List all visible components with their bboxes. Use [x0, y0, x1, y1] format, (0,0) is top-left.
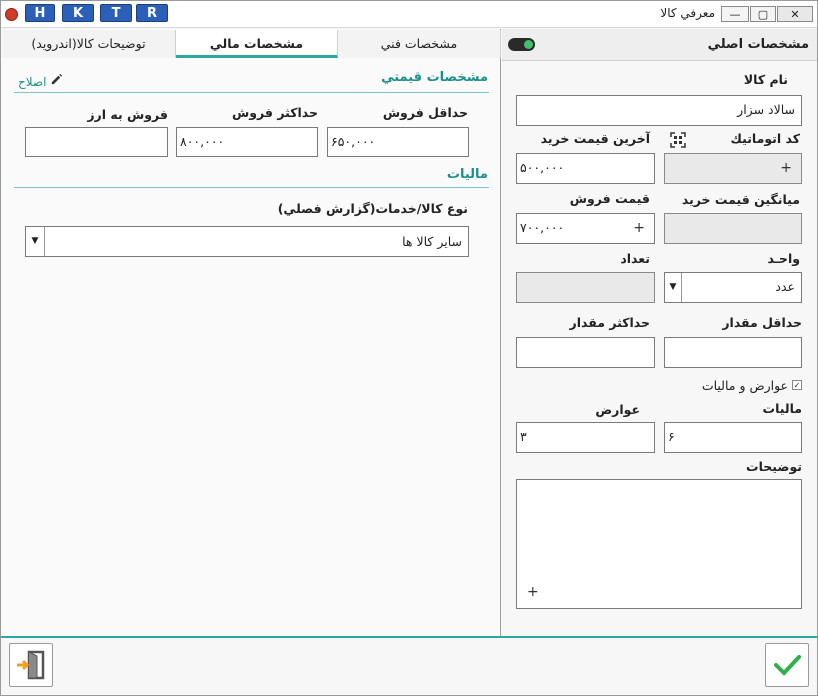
edit-link[interactable]: اصلاح — [18, 73, 63, 89]
count-label: تعداد — [620, 251, 650, 266]
duties-checkbox[interactable]: ✓ — [792, 380, 802, 390]
auto-code-label: كد اتوماتيك — [730, 131, 800, 146]
tab-financial[interactable]: مشخصات مالي — [176, 30, 338, 58]
tax-label: ماليات — [762, 401, 802, 416]
last-purchase-input[interactable]: ۵۰۰,۰۰۰ — [516, 153, 655, 184]
last-purchase-value: ۵۰۰,۰۰۰ — [520, 160, 565, 175]
tab-technical[interactable]: مشخصات فني — [338, 30, 501, 58]
taxes-divider — [14, 187, 489, 188]
window-title: معرفي كالا — [660, 6, 715, 20]
unit-label: واحـد — [767, 251, 800, 266]
fx-sale-input[interactable] — [25, 127, 168, 157]
count-input[interactable] — [516, 272, 655, 303]
max-sale-input[interactable]: ۸۰۰,۰۰۰ — [176, 127, 318, 157]
unit-value: عدد — [775, 279, 795, 294]
left-panel — [1, 29, 501, 636]
checkmark-icon — [772, 650, 802, 683]
item-name-value: سالاد سزار — [737, 102, 795, 117]
confirm-button[interactable] — [765, 643, 809, 687]
fx-sale-label: فروش به ارز — [87, 107, 168, 122]
tax-input[interactable]: ۶ — [664, 422, 802, 453]
min-sale-input[interactable]: ۶۵۰,۰۰۰ — [327, 127, 469, 157]
title-button-t[interactable]: T — [100, 4, 132, 22]
notes-label: توضيحات — [746, 459, 802, 474]
dropdown-arrow-icon[interactable]: ▼ — [26, 227, 45, 256]
max-sale-value: ۸۰۰,۰۰۰ — [180, 134, 225, 149]
sale-price-label: قيمت فروش — [569, 191, 650, 206]
max-sale-label: حداكثر فروش — [232, 105, 318, 120]
min-sale-value: ۶۵۰,۰۰۰ — [331, 134, 376, 149]
pricing-section-title: مشخصات قيمتي — [381, 70, 488, 85]
plus-icon[interactable]: + — [633, 220, 645, 236]
barcode-icon[interactable] — [670, 132, 686, 151]
unit-select[interactable]: ▼ عدد — [664, 272, 802, 303]
pencil-icon — [50, 73, 63, 89]
title-button-k[interactable]: K — [62, 4, 94, 22]
min-qty-input[interactable] — [664, 337, 802, 368]
title-button-r[interactable]: R — [136, 4, 168, 22]
maximize-icon[interactable]: ▢ — [750, 6, 776, 22]
taxes-section-title: ماليات — [446, 167, 488, 182]
toggle-knob — [524, 40, 533, 49]
item-name-label: نام كالا — [743, 72, 788, 87]
item-type-select[interactable]: ▼ ساير كالا ها — [25, 226, 469, 257]
avg-purchase-label: ميانگين قيمت خريد — [681, 192, 800, 207]
notes-textarea[interactable]: + — [516, 479, 802, 609]
app-icon — [5, 8, 18, 21]
max-qty-input[interactable] — [516, 337, 655, 368]
dropdown-arrow-icon[interactable]: ▼ — [665, 273, 682, 302]
tax-value: ۶ — [668, 429, 675, 444]
duty-value: ۳ — [520, 429, 527, 444]
sale-price-input[interactable]: ۷۰۰,۰۰۰ + — [516, 213, 655, 244]
plus-icon[interactable]: + — [780, 160, 792, 176]
min-sale-label: حداقل فروش — [382, 105, 468, 120]
avg-purchase-input[interactable] — [664, 213, 802, 244]
duty-input[interactable]: ۳ — [516, 422, 655, 453]
tab-android-description[interactable]: توضيحات كالا(اندرويد) — [2, 30, 176, 58]
last-purchase-label: آخرين قيمت خريد — [540, 131, 650, 146]
plus-icon[interactable]: + — [527, 584, 539, 600]
close-icon[interactable]: ✕ — [777, 6, 813, 22]
exit-button[interactable] — [9, 643, 53, 687]
item-type-value: ساير كالا ها — [402, 234, 462, 249]
max-qty-label: حداكثر مقدار — [569, 315, 650, 330]
pricing-divider — [14, 92, 489, 93]
sale-price-value: ۷۰۰,۰۰۰ — [520, 220, 565, 235]
edit-label: اصلاح — [18, 75, 47, 89]
minimize-icon[interactable]: — — [721, 6, 749, 22]
min-qty-label: حداقل مقدار — [722, 315, 802, 330]
auto-code-input[interactable]: + — [664, 153, 802, 184]
exit-door-icon — [15, 649, 47, 684]
bottom-bar — [1, 636, 817, 695]
item-name-input[interactable]: سالاد سزار — [516, 95, 802, 126]
item-type-label: نوع كالا/خدمات(گزارش فصلي) — [277, 201, 468, 216]
title-button-h[interactable]: H — [25, 4, 55, 22]
duties-checkbox-label: عوارض و ماليات — [701, 378, 788, 393]
section-toggle[interactable] — [508, 38, 535, 51]
duty-label: عوارض — [595, 402, 640, 417]
right-panel-title: مشخصات اصلي — [707, 37, 809, 52]
